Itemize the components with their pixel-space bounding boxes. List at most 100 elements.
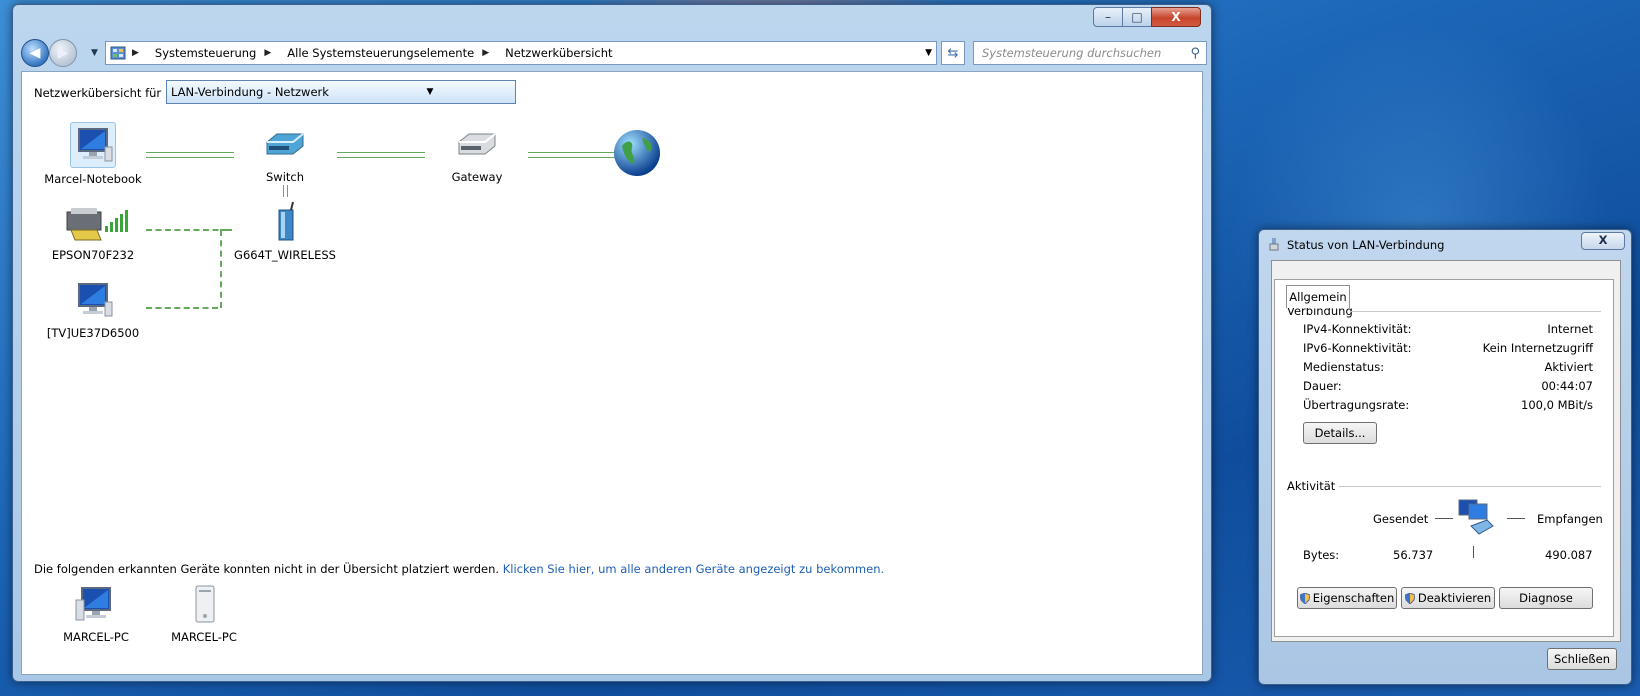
received-line — [1507, 518, 1525, 519]
wireless-link — [220, 230, 222, 308]
history-dropdown-icon[interactable]: ▼ — [91, 48, 98, 58]
node-label: MARCEL-PC — [63, 630, 129, 644]
server-tower-icon — [182, 582, 226, 626]
unplaced-device[interactable]: MARCEL-PC — [46, 582, 146, 644]
control-panel-icon — [110, 46, 126, 60]
deactivate-button[interactable]: Deaktivieren — [1401, 587, 1495, 609]
close-dialog-button[interactable]: Schließen — [1547, 648, 1617, 670]
back-button[interactable]: ◀ — [21, 39, 49, 67]
tab-allgemein[interactable]: Allgemein — [1286, 285, 1350, 308]
info-row: IPv4-Konnektivität: Internet — [1303, 322, 1593, 336]
node-label: MARCEL-PC — [171, 630, 237, 644]
dialog-title: Status von LAN-Verbindung — [1287, 238, 1445, 252]
search-input[interactable]: Systemsteuerung durchsuchen — [982, 46, 1190, 60]
node-printer[interactable]: EPSON70F232 — [38, 200, 148, 262]
dialog-body: Allgemein Verbindung IPv4-Konnektivität:… — [1271, 260, 1621, 642]
maximize-button[interactable]: □ — [1122, 7, 1152, 27]
search-icon[interactable]: ⚲ — [1190, 46, 1200, 61]
row-value: 00:44:07 — [1541, 379, 1593, 393]
bytes-label: Bytes: — [1303, 548, 1340, 562]
connection-line — [283, 185, 288, 197]
switch-icon — [263, 122, 307, 166]
signal-strength-icon — [105, 210, 128, 232]
refresh-icon: ⇆ — [947, 45, 959, 61]
breadcrumb-alle-elemente[interactable]: Alle Systemsteuerungselemente — [287, 46, 474, 60]
breadcrumb-systemsteuerung[interactable]: Systemsteuerung — [155, 46, 256, 60]
row-label: IPv4-Konnektivität: — [1303, 322, 1412, 336]
row-label: Medienstatus: — [1303, 360, 1385, 374]
sent-label: Gesendet — [1373, 512, 1429, 526]
properties-button[interactable]: Eigenschaften — [1297, 587, 1397, 609]
computer-icon — [74, 582, 118, 626]
group-divider — [1351, 311, 1601, 312]
forward-arrow-icon: ▶ — [57, 45, 69, 61]
address-bar[interactable]: ▶ Systemsteuerung ▶ Alle Systemsteuerung… — [105, 41, 937, 65]
unplaced-devices-note: Die folgenden erkannten Geräte konnten n… — [34, 562, 884, 576]
back-arrow-icon: ◀ — [29, 45, 41, 61]
wireless-link — [146, 307, 218, 309]
network-cable-icon — [1269, 238, 1279, 251]
node-label: [TV]UE37D6500 — [46, 326, 140, 340]
node-gateway[interactable]: Gateway — [422, 122, 532, 184]
received-label: Empfangen — [1537, 512, 1603, 526]
network-map-window: – □ X ◀ ▶ ▼ ▶ Systemsteuerung ▶ Alle Sys… — [12, 4, 1212, 682]
breadcrumb-label: Systemsteuerung — [154, 46, 257, 60]
diagnose-button[interactable]: Diagnose — [1499, 587, 1593, 609]
node-label: Marcel-Notebook — [44, 172, 142, 186]
gateway-icon — [455, 122, 499, 166]
network-select-value: LAN-Verbindung - Netzwerk — [171, 85, 329, 99]
row-value: Internet — [1547, 322, 1593, 336]
details-button[interactable]: Details... — [1303, 422, 1377, 444]
node-internet[interactable] — [612, 128, 662, 181]
node-tv[interactable]: [TV]UE37D6500 — [38, 278, 148, 340]
unplaced-device[interactable]: MARCEL-PC — [154, 582, 254, 644]
connection-line — [146, 152, 234, 158]
breadcrumb-label: Netzwerkübersicht — [505, 46, 613, 60]
node-computer[interactable]: Marcel-Notebook — [38, 122, 148, 186]
shield-icon — [1404, 592, 1415, 604]
breadcrumb-separator[interactable]: ▶ — [264, 48, 279, 58]
network-for-label: Netzwerkübersicht für — [34, 86, 162, 100]
computer-icon — [71, 278, 115, 322]
tab-page-allgemein: Verbindung IPv4-Konnektivität: Internet … — [1274, 279, 1614, 637]
breadcrumb-separator[interactable]: ▶ — [482, 48, 497, 58]
node-switch[interactable]: Switch — [230, 122, 340, 184]
wireless-link — [146, 229, 228, 231]
footnote-text: Die folgenden erkannten Geräte konnten n… — [34, 562, 500, 576]
node-wireless[interactable]: G664T_WIRELESS — [230, 200, 340, 262]
info-row: IPv6-Konnektivität: Kein Internetzugriff — [1303, 341, 1593, 355]
globe-icon — [614, 130, 660, 176]
deactivate-label: Deaktivieren — [1417, 591, 1492, 605]
chevron-down-icon: ▼ — [426, 87, 434, 97]
breadcrumb-netzwerkuebersicht[interactable]: Netzwerkübersicht — [505, 46, 612, 60]
shield-icon — [1299, 592, 1310, 604]
node-label: Gateway — [451, 170, 503, 184]
breadcrumb-separator[interactable]: ▶ — [132, 48, 147, 58]
minimize-button[interactable]: – — [1093, 7, 1123, 27]
search-box[interactable]: Systemsteuerung durchsuchen ⚲ — [973, 41, 1207, 65]
info-row: Übertragungsrate: 100,0 MBit/s — [1303, 398, 1593, 412]
row-value: Aktiviert — [1544, 360, 1593, 374]
address-dropdown-icon[interactable]: ▼ — [925, 48, 932, 58]
properties-label: Eigenschaften — [1312, 591, 1395, 605]
node-label: EPSON70F232 — [51, 248, 135, 262]
forward-button[interactable]: ▶ — [49, 39, 77, 67]
bytes-received-value: 490.087 — [1545, 548, 1593, 562]
row-value: 100,0 MBit/s — [1521, 398, 1593, 412]
node-label: Switch — [265, 170, 305, 184]
row-label: Dauer: — [1303, 379, 1342, 393]
refresh-button[interactable]: ⇆ — [941, 41, 965, 65]
wireless-access-point-icon — [263, 200, 307, 244]
close-button[interactable]: X — [1151, 7, 1201, 27]
connection-line — [528, 152, 616, 158]
show-other-devices-link[interactable]: Klicken Sie hier, um alle anderen Geräte… — [503, 562, 884, 576]
activity-divider — [1473, 546, 1474, 558]
activity-group-label: Aktivität — [1287, 479, 1336, 493]
breadcrumb-label: Alle Systemsteuerungselemente — [287, 46, 475, 60]
row-value: Kein Internetzugriff — [1482, 341, 1593, 355]
status-dialog: Status von LAN-Verbindung X Allgemein Ve… — [1258, 229, 1632, 685]
group-divider — [1339, 486, 1601, 487]
dialog-close-button[interactable]: X — [1581, 232, 1625, 250]
row-label: IPv6-Konnektivität: — [1303, 341, 1412, 355]
network-select[interactable]: LAN-Verbindung - Netzwerk ▼ — [166, 80, 516, 104]
